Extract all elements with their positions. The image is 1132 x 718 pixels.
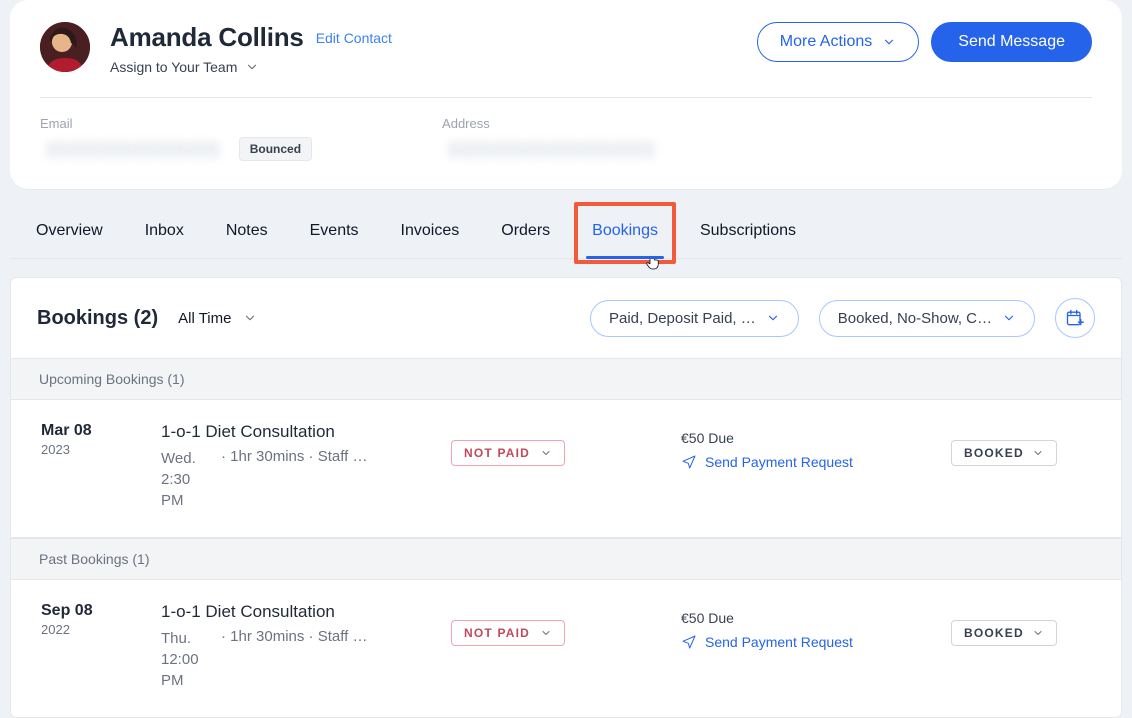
new-booking-button[interactable] xyxy=(1055,298,1095,338)
tab-notes[interactable]: Notes xyxy=(220,206,274,258)
booking-date-md: Mar 08 xyxy=(41,422,151,440)
section-header: Upcoming Bookings (1) xyxy=(11,359,1121,400)
chevron-down-icon xyxy=(1002,311,1016,325)
booking-duration-staff: · 1hr 30mins · Staff … xyxy=(221,448,441,511)
send-payment-request-link[interactable]: Send Payment Request xyxy=(681,634,853,650)
amount-due: €50 Due xyxy=(681,430,941,446)
chevron-down-icon xyxy=(1032,627,1044,639)
tab-invoices[interactable]: Invoices xyxy=(395,206,466,258)
booking-service: 1-o-1 Diet Consultation Wed. 2:30 PM· 1hr… xyxy=(161,422,441,511)
booking-service-title: 1-o-1 Diet Consultation xyxy=(161,422,441,442)
booking-service-title: 1-o-1 Diet Consultation xyxy=(161,602,441,622)
booking-row[interactable]: Mar 08 2023 1-o-1 Diet Consultation Wed. 2:… xyxy=(11,400,1121,538)
booking-row[interactable]: Sep 08 2022 1-o-1 Diet Consultation Thu. 12… xyxy=(11,580,1121,717)
edit-contact-link[interactable]: Edit Contact xyxy=(316,30,392,46)
booking-date-year: 2023 xyxy=(41,442,151,457)
chevron-down-icon xyxy=(243,311,257,325)
amount-due: €50 Due xyxy=(681,610,941,626)
bookings-panel: Bookings (2) All Time Paid, Deposit Paid… xyxy=(10,277,1122,718)
send-message-button[interactable]: Send Message xyxy=(931,22,1092,62)
section-header: Past Bookings (1) xyxy=(11,538,1121,580)
status-filter-label: Booked, No-Show, C… xyxy=(838,310,992,327)
chevron-down-icon xyxy=(1032,447,1044,459)
tab-overview[interactable]: Overview xyxy=(30,206,109,258)
assign-team-menu[interactable]: Assign to Your Team xyxy=(110,59,392,75)
address-detail: Address ███████████████████ xyxy=(442,116,661,161)
send-icon xyxy=(681,634,697,650)
calendar-plus-icon xyxy=(1065,308,1085,328)
send-payment-request-link[interactable]: Send Payment Request xyxy=(681,454,853,470)
chevron-down-icon xyxy=(540,447,552,459)
more-actions-label: More Actions xyxy=(780,34,872,50)
booking-status-label: BOOKED xyxy=(964,446,1024,460)
booking-date: Sep 08 2022 xyxy=(41,602,151,637)
tab-subscriptions[interactable]: Subscriptions xyxy=(694,206,802,258)
time-filter[interactable]: All Time xyxy=(178,310,257,327)
booking-daytime: Wed. 2:30 PM xyxy=(161,448,209,511)
divider xyxy=(40,97,1092,98)
send-icon xyxy=(681,454,697,470)
booking-date-md: Sep 08 xyxy=(41,602,151,620)
bounced-badge: Bounced xyxy=(239,137,312,161)
address-value-redacted: ███████████████████ xyxy=(442,137,661,161)
chevron-down-icon xyxy=(540,627,552,639)
send-payment-request-label: Send Payment Request xyxy=(705,454,853,470)
booking-date-year: 2022 xyxy=(41,622,151,637)
tabs: Overview Inbox Notes Events Invoices Orders Bo… xyxy=(10,205,1122,259)
tab-events[interactable]: Events xyxy=(304,206,365,258)
paid-filter-label: Paid, Deposit Paid, … xyxy=(609,310,756,327)
tab-orders[interactable]: Orders xyxy=(495,206,556,258)
time-filter-label: All Time xyxy=(178,310,231,327)
booking-duration-staff: · 1hr 30mins · Staff … xyxy=(221,628,441,691)
payment-status-label: NOT PAID xyxy=(464,626,530,640)
contact-header-card: Amanda Collins Edit Contact Assign to Yo… xyxy=(10,0,1122,189)
payment-status-menu[interactable]: NOT PAID xyxy=(451,620,565,646)
payment-status-label: NOT PAID xyxy=(464,446,530,460)
assign-team-label: Assign to Your Team xyxy=(110,59,237,75)
send-message-label: Send Message xyxy=(958,34,1065,50)
booking-status-label: BOOKED xyxy=(964,626,1024,640)
email-label: Email xyxy=(40,116,312,131)
email-detail: Email ████████████████ Bounced xyxy=(40,116,312,161)
booking-status-menu[interactable]: BOOKED xyxy=(951,620,1057,646)
paid-filter[interactable]: Paid, Deposit Paid, … xyxy=(590,300,799,337)
booking-daytime: Thu. 12:00 PM xyxy=(161,628,209,691)
pointer-cursor-icon xyxy=(644,254,662,272)
panel-title: Bookings (2) xyxy=(37,307,158,330)
booking-status-menu[interactable]: BOOKED xyxy=(951,440,1057,466)
booking-service: 1-o-1 Diet Consultation Thu. 12:00 PM· 1h… xyxy=(161,602,441,691)
chevron-down-icon xyxy=(766,311,780,325)
chevron-down-icon xyxy=(245,60,259,74)
email-value-redacted: ████████████████ xyxy=(40,137,227,161)
payment-status-menu[interactable]: NOT PAID xyxy=(451,440,565,466)
tab-inbox[interactable]: Inbox xyxy=(139,206,190,258)
booking-date: Mar 08 2023 xyxy=(41,422,151,457)
status-filter[interactable]: Booked, No-Show, C… xyxy=(819,300,1035,337)
tab-bookings[interactable]: Bookings xyxy=(586,206,664,258)
chevron-down-icon xyxy=(882,35,896,49)
address-label: Address xyxy=(442,116,661,131)
contact-name: Amanda Collins xyxy=(110,22,304,53)
avatar xyxy=(40,22,90,72)
send-payment-request-label: Send Payment Request xyxy=(705,634,853,650)
more-actions-button[interactable]: More Actions xyxy=(757,22,919,62)
